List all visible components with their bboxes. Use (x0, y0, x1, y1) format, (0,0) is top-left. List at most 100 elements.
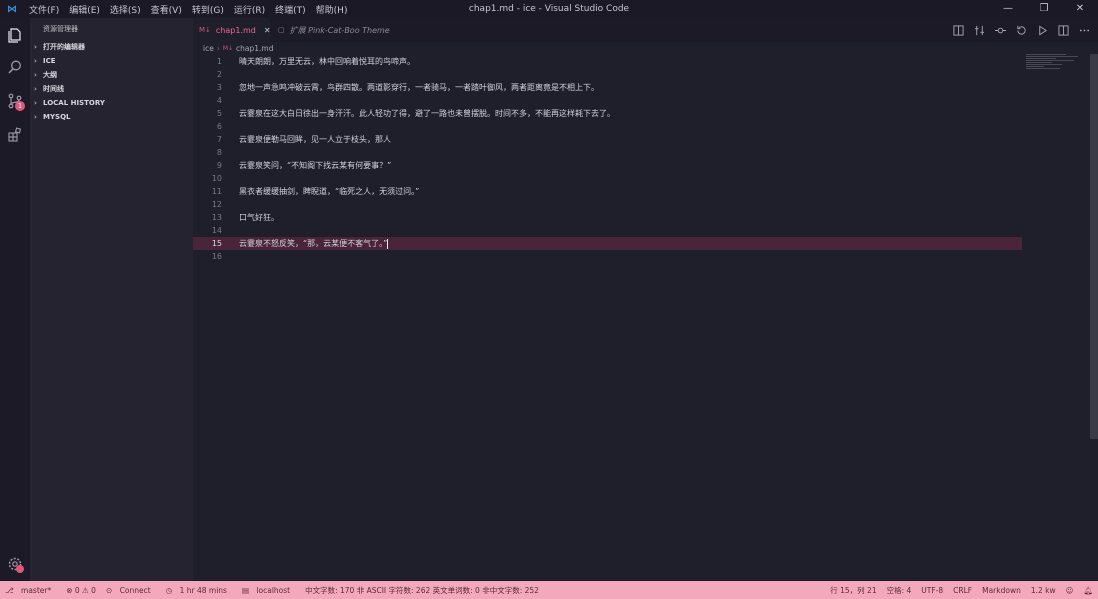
breadcrumb-file[interactable]: chap1.md (236, 44, 273, 53)
time-tracker[interactable]: ◷ 1 hr 48 mins (161, 586, 237, 595)
section-timeline[interactable]: › 时间线 (30, 82, 193, 96)
explorer-sidebar: 资源管理器 › 打开的编辑器 › ICE › 大纲 › 时间线 › LOCAL HISTO… (30, 18, 193, 581)
menu-go[interactable]: 转到(G) (187, 3, 229, 16)
text-editor[interactable]: 1 晴天朗朗，万里无云，林中回响着悦耳的鸟啼声。 2 3 忽地一声急鸣冲破云霄，鸟群… (193, 54, 1098, 581)
extensions-icon[interactable] (0, 120, 30, 150)
notifications-bell-icon[interactable]: 🔔︎ (1078, 586, 1098, 595)
status-right: 行 15，列 21 空格: 4 UTF-8 CRLF Markdown 1.2 … (825, 581, 1098, 599)
editor-line[interactable]: 3 忽地一声急鸣冲破云霄，鸟群四散。两道影穿行，一者骑马，一者踏叶御风，两者距离竟… (193, 81, 1022, 94)
cursor-position[interactable]: 行 15，列 21 (825, 585, 881, 596)
editor-line[interactable]: 16 (193, 250, 1022, 263)
line-number: 15 (211, 239, 222, 248)
split-editor-icon[interactable] (1058, 24, 1069, 36)
section-outline[interactable]: › 大纲 (30, 68, 193, 82)
compare-changes-icon[interactable] (974, 25, 985, 36)
open-preview-icon[interactable] (953, 24, 964, 36)
editor-line[interactable]: 4 (193, 94, 1022, 107)
editor-line[interactable]: 14 (193, 224, 1022, 237)
search-icon[interactable] (0, 52, 30, 82)
line-number: 2 (216, 70, 222, 79)
menu-terminal[interactable]: 终端(T) (270, 3, 311, 16)
line-number: 6 (216, 122, 222, 131)
editor-line[interactable]: 2 (193, 68, 1022, 81)
revert-icon[interactable] (1016, 25, 1027, 36)
section-local-history[interactable]: › LOCAL HISTORY (30, 96, 193, 110)
menu-bar: 文件(F) 编辑(E) 选择(S) 查看(V) 转到(G) 运行(R) 终端(T… (24, 3, 352, 16)
indentation[interactable]: 空格: 4 (882, 585, 917, 596)
menu-file[interactable]: 文件(F) (24, 3, 64, 16)
markdown-file-icon: M↓ (222, 44, 234, 52)
breadcrumb-folder[interactable]: ice (203, 44, 214, 53)
encoding[interactable]: UTF-8 (916, 586, 948, 595)
editor-line[interactable]: 13 口气好狂。 (193, 211, 1022, 224)
more-actions-icon[interactable] (1079, 25, 1090, 36)
editor-line-current[interactable]: 15 云霎泉不怒反笑，“那，云某便不客气了。” (193, 237, 1022, 250)
editor-line[interactable]: 8 (193, 146, 1022, 159)
line-text-wrap: 云霎泉不怒反笑，“那，云某便不客气了。” (239, 237, 389, 250)
editor-line[interactable]: 12 (193, 198, 1022, 211)
line-text: 云霎泉便勒马回眸，见一人立于枝头，那人 (239, 135, 391, 144)
section-label: 打开的编辑器 (43, 43, 85, 51)
editor-line[interactable]: 7 云霎泉便勒马回眸，见一人立于枝头，那人 (193, 133, 1022, 146)
close-tab-icon[interactable]: ✕ (264, 26, 271, 35)
mysql-connect[interactable]: ⊙ Connect (101, 586, 161, 595)
char-count[interactable]: 1.2 kw (1026, 586, 1061, 595)
language-mode[interactable]: Markdown (977, 586, 1026, 595)
restore-icon[interactable]: ❐ (1026, 0, 1062, 18)
menu-selection[interactable]: 选择(S) (105, 3, 146, 16)
editor-line[interactable]: 11 黑衣者缓缓抽剑，睥睨道，“临死之人，无须过问。” (193, 185, 1022, 198)
sidebar-title: 资源管理器 (43, 25, 78, 33)
minimap[interactable] (1026, 54, 1086, 84)
line-text: 云霎泉笑问，“不知阁下找云某有何要事？” (239, 161, 392, 170)
line-number: 5 (216, 109, 222, 118)
section-mysql[interactable]: › MYSQL (30, 110, 193, 124)
section-label: ICE (43, 57, 56, 65)
line-text: 云霎泉在这大白日徐出一身汗汗。此人轻功了得，避了一路也未曾摆脱。时间不多，不能再… (239, 109, 615, 118)
menu-run[interactable]: 运行(R) (229, 3, 270, 16)
editor-line[interactable]: 6 (193, 120, 1022, 133)
explorer-icon[interactable] (0, 20, 30, 50)
editor-line[interactable]: 5 云霎泉在这大白日徐出一身汗汗。此人轻功了得，避了一路也未曾摆脱。时间不多，不能… (193, 107, 1022, 120)
git-branch[interactable]: ⎇ master* (0, 586, 61, 595)
extension-file-icon: ▢ (278, 26, 285, 34)
run-icon[interactable] (1037, 25, 1048, 36)
database-host[interactable]: ▤ localhost (237, 586, 300, 595)
tab-extension-theme[interactable]: ▢ 扩展 Pink-Cat-Boo Theme (272, 18, 412, 42)
feedback-icon[interactable]: ☺ (1061, 586, 1079, 595)
title-bar: ⋈ 文件(F) 编辑(E) 选择(S) 查看(V) 转到(G) 运行(R) 终端… (0, 0, 1098, 18)
line-number: 8 (216, 148, 222, 157)
line-text: 口气好狂。 (239, 213, 279, 222)
time-label: 1 hr 48 mins (179, 585, 227, 595)
line-number: 13 (211, 213, 222, 222)
line-number: 16 (211, 252, 222, 261)
word-count: 中文字数: 170 非 ASCII 字符数: 262 英文单词数: 0 非中文字… (305, 585, 539, 595)
tab-chap1[interactable]: M↓ chap1.md ✕ (193, 18, 271, 42)
line-number: 9 (216, 161, 222, 170)
vertical-scrollbar[interactable] (1090, 54, 1098, 439)
problems-counter[interactable]: ⊗ 0 ⚠ 0 (61, 586, 101, 595)
status-bar: ⎇ master* ⊗ 0 ⚠ 0 ⊙ Connect ◷ 1 hr 48 mi… (0, 581, 1098, 599)
line-number: 1 (216, 57, 222, 66)
editor-line[interactable]: 10 (193, 172, 1022, 185)
minimize-icon[interactable]: — (990, 0, 1026, 18)
close-window-icon[interactable]: ✕ (1062, 0, 1098, 18)
section-ice[interactable]: › ICE (30, 54, 193, 68)
line-text: 云霎泉不怒反笑，“那，云某便不客气了。” (239, 239, 388, 248)
settings-gear-icon[interactable] (0, 549, 30, 579)
chevron-right-icon: › (34, 43, 37, 51)
text-cursor (387, 238, 389, 249)
menu-edit[interactable]: 编辑(E) (64, 3, 105, 16)
editor-line[interactable]: 1 晴天朗朗，万里无云，林中回响着悦耳的鸟啼声。 (193, 55, 1022, 68)
menu-view[interactable]: 查看(V) (146, 3, 187, 16)
section-label: 大纲 (43, 71, 57, 79)
vscode-logo-icon: ⋈ (7, 3, 17, 15)
git-commit-icon[interactable] (995, 25, 1006, 36)
editor-line[interactable]: 9 云霎泉笑问，“不知阁下找云某有何要事？” (193, 159, 1022, 172)
line-ending[interactable]: CRLF (948, 586, 977, 595)
chevron-right-icon: › (34, 85, 37, 93)
section-open-editors[interactable]: › 打开的编辑器 (30, 40, 193, 54)
line-number: 4 (216, 96, 222, 105)
line-number: 10 (211, 174, 222, 183)
source-control-icon[interactable]: 1 (0, 86, 30, 116)
menu-help[interactable]: 帮助(H) (311, 3, 353, 16)
